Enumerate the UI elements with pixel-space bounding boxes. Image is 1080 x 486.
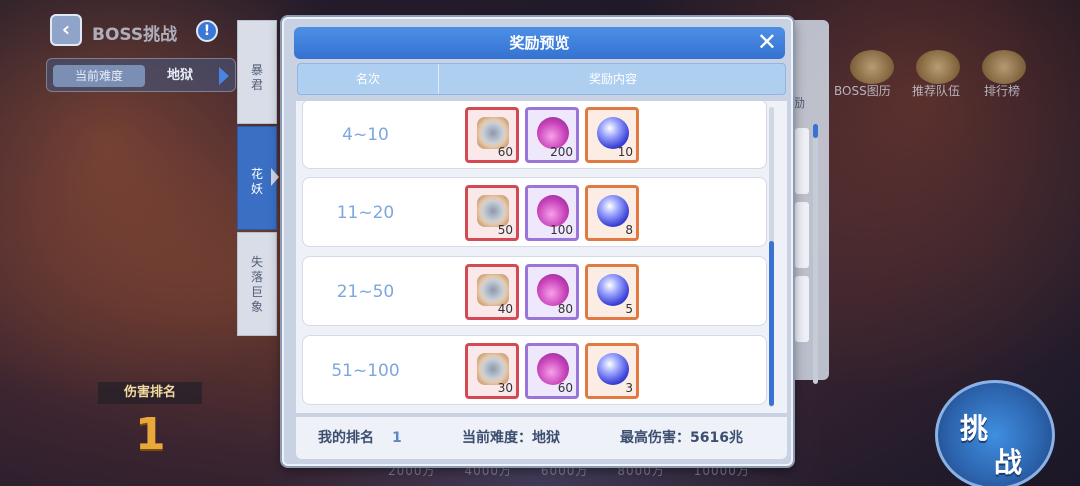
reward-item-gear[interactable]: 50 (465, 185, 519, 241)
reward-item-potion[interactable]: 200 (525, 107, 579, 163)
scrollbar-thumb[interactable] (813, 124, 818, 138)
difficulty-selector[interactable]: 当前难度 地狱 (46, 58, 236, 92)
item-count: 80 (557, 302, 573, 316)
reward-preview-dialog: 奖励预览 ✕ 名次 奖励内容 4~10 60 200 10 11~20 50 1… (282, 17, 793, 466)
my-rank-value: 1 (392, 430, 402, 446)
item-count: 5 (625, 302, 633, 316)
trophy-icon[interactable] (982, 50, 1026, 84)
tab-label: 花妖 (250, 167, 263, 196)
orb-icon (597, 353, 629, 385)
list-item (795, 276, 809, 342)
help-icon[interactable]: ! (196, 20, 218, 42)
scale-tick: 8000万 (617, 464, 665, 478)
list-item (795, 202, 809, 268)
reward-panel-behind: 励 (793, 20, 829, 384)
book-icon[interactable] (850, 50, 894, 84)
menu-label-boss-book[interactable]: BOSS图历 (834, 82, 891, 99)
menu-label-leaderboard[interactable]: 排行榜 (984, 82, 1020, 99)
scrollbar-thumb[interactable] (769, 241, 774, 406)
table-row: 11~20 50 100 8 (302, 177, 767, 247)
tab-boss-tyrant[interactable]: 暴君 (237, 20, 277, 124)
item-count: 40 (497, 302, 513, 316)
menu-label-team[interactable]: 推荐队伍 (912, 82, 960, 99)
table-row: 4~10 60 200 10 (302, 101, 767, 169)
current-difficulty-text: 当前难度：地狱 (462, 430, 560, 446)
damage-rank-label: 伤害排名 (98, 382, 202, 404)
my-rank-label: 我的排名 (318, 430, 374, 446)
chevron-left-icon: ‹ (61, 17, 71, 41)
scale-tick: 4000万 (464, 464, 512, 478)
table-row: 51~100 30 60 3 (302, 335, 767, 405)
tab-boss-lost-elephant[interactable]: 失落巨象 (237, 232, 277, 336)
item-count: 60 (497, 145, 513, 159)
reward-item-orb[interactable]: 10 (585, 107, 639, 163)
tab-label: 失落巨象 (250, 255, 263, 314)
rank-range: 21~50 (336, 282, 395, 302)
challenge-button[interactable]: 挑 战 (935, 380, 1055, 486)
reward-list[interactable]: 4~10 60 200 10 11~20 50 100 8 21~50 40 8… (296, 101, 787, 413)
challenge-label-1: 挑 (960, 412, 989, 445)
chevron-right-icon[interactable] (219, 67, 229, 85)
list-item (795, 128, 809, 194)
item-count: 60 (557, 381, 573, 395)
reward-item-orb[interactable]: 5 (585, 264, 639, 320)
rank-range: 11~20 (336, 203, 395, 223)
column-header-rewards: 奖励内容 (588, 72, 637, 86)
difficulty-label: 当前难度 (53, 65, 145, 87)
dialog-title: 奖励预览 (509, 34, 570, 52)
tab-label: 暴君 (250, 63, 263, 92)
rank-range: 51~100 (331, 361, 400, 381)
page-title: BOSS挑战 (92, 25, 178, 45)
reward-item-gear[interactable]: 30 (465, 343, 519, 399)
orb-icon (597, 195, 629, 227)
item-count: 3 (625, 381, 633, 395)
orb-icon (597, 274, 629, 306)
reward-item-orb[interactable]: 8 (585, 185, 639, 241)
reward-item-orb[interactable]: 3 (585, 343, 639, 399)
team-icon[interactable] (916, 50, 960, 84)
table-row: 21~50 40 80 5 (302, 256, 767, 326)
scrollbar-track[interactable] (813, 124, 818, 384)
difficulty-value: 地狱 (167, 68, 194, 83)
item-count: 30 (497, 381, 513, 395)
table-header: 名次 奖励内容 (297, 63, 786, 95)
behind-panel-text: 励 (793, 96, 806, 110)
item-count: 8 (625, 223, 633, 237)
damage-rank-value: 1 (135, 409, 166, 460)
column-header-rank: 名次 (298, 64, 439, 94)
challenge-label-2: 战 (994, 446, 1023, 479)
item-count: 50 (497, 223, 513, 237)
scale-tick: 2000万 (388, 464, 436, 478)
reward-item-gear[interactable]: 60 (465, 107, 519, 163)
tab-pointer-icon (271, 168, 279, 186)
rank-range: 4~10 (342, 125, 389, 145)
back-button[interactable]: ‹ (50, 14, 82, 46)
max-damage-text: 最高伤害：5616兆 (620, 430, 743, 446)
scale-tick: 6000万 (540, 464, 589, 478)
item-count: 10 (617, 145, 633, 159)
item-count: 200 (550, 145, 573, 159)
scale-tick: 10000万 (693, 464, 750, 478)
dialog-footer: 我的排名 1 当前难度：地狱 最高伤害：5616兆 (296, 417, 787, 459)
reward-item-potion[interactable]: 100 (525, 185, 579, 241)
reward-item-potion[interactable]: 60 (525, 343, 579, 399)
reward-item-potion[interactable]: 80 (525, 264, 579, 320)
item-count: 100 (550, 223, 573, 237)
reward-item-gear[interactable]: 40 (465, 264, 519, 320)
close-icon[interactable]: ✕ (757, 27, 777, 57)
dialog-header: 奖励预览 ✕ (294, 27, 785, 59)
